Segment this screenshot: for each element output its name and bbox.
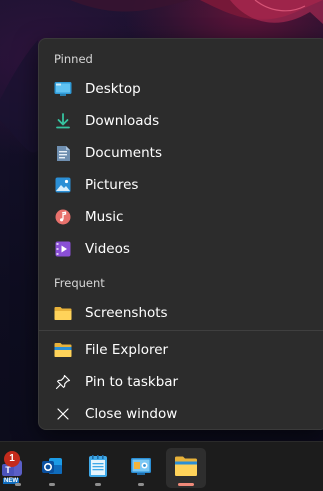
frequent-header: Frequent bbox=[54, 276, 105, 290]
pinned-item-music[interactable]: Music bbox=[43, 202, 321, 232]
music-icon bbox=[54, 208, 72, 226]
action-label: File Explorer bbox=[85, 342, 169, 358]
pinned-item-pictures[interactable]: Pictures bbox=[43, 170, 321, 200]
running-indicator bbox=[15, 483, 21, 486]
outlook-icon bbox=[40, 454, 64, 482]
file-explorer-icon bbox=[174, 455, 198, 481]
action-pin-to-taskbar[interactable]: Pin to taskbar bbox=[43, 367, 321, 397]
pinned-item-desktop[interactable]: Desktop bbox=[43, 74, 321, 104]
pinned-header: Pinned bbox=[54, 52, 93, 66]
videos-icon bbox=[54, 240, 72, 258]
pinned-item-label: Music bbox=[85, 209, 124, 225]
taskbar-notepad-button[interactable] bbox=[78, 448, 118, 488]
taskbar-control-panel-button[interactable] bbox=[121, 448, 161, 488]
running-indicator bbox=[138, 483, 144, 486]
taskbar-file-explorer-button[interactable] bbox=[166, 448, 206, 488]
taskbar-teams-button[interactable]: T NEW 1 bbox=[0, 448, 32, 488]
running-indicator bbox=[95, 483, 101, 486]
taskbar: T NEW 1 bbox=[0, 441, 323, 491]
frequent-item-screenshots[interactable]: Screenshots bbox=[43, 298, 321, 328]
action-close-window[interactable]: Close window bbox=[43, 399, 321, 429]
action-file-explorer[interactable]: File Explorer bbox=[43, 335, 321, 365]
pictures-icon bbox=[54, 176, 72, 194]
pinned-item-label: Pictures bbox=[85, 177, 139, 193]
notification-badge: 1 bbox=[4, 451, 20, 467]
action-label: Close window bbox=[85, 406, 178, 422]
pin-icon bbox=[54, 373, 72, 391]
jump-list-menu: Pinned Desktop Downloads Documents Pictu… bbox=[38, 38, 323, 430]
close-icon bbox=[54, 405, 72, 423]
pinned-item-label: Downloads bbox=[85, 113, 160, 129]
frequent-item-label: Screenshots bbox=[85, 305, 168, 321]
file-explorer-icon bbox=[54, 341, 72, 359]
action-label: Pin to taskbar bbox=[85, 374, 179, 390]
running-indicator bbox=[49, 483, 55, 486]
pinned-item-downloads[interactable]: Downloads bbox=[43, 106, 321, 136]
desktop-folder-icon bbox=[54, 80, 72, 98]
pinned-item-videos[interactable]: Videos bbox=[43, 234, 321, 264]
menu-divider bbox=[39, 330, 323, 331]
pinned-item-label: Desktop bbox=[85, 81, 141, 97]
pinned-item-label: Documents bbox=[85, 145, 162, 161]
pinned-item-label: Videos bbox=[85, 241, 130, 257]
documents-icon bbox=[54, 144, 72, 162]
pinned-item-documents[interactable]: Documents bbox=[43, 138, 321, 168]
downloads-icon bbox=[54, 112, 72, 130]
taskbar-outlook-button[interactable] bbox=[32, 448, 72, 488]
notepad-icon bbox=[87, 454, 109, 482]
folder-icon bbox=[54, 304, 72, 322]
control-panel-icon bbox=[129, 454, 153, 482]
active-indicator bbox=[178, 483, 194, 486]
